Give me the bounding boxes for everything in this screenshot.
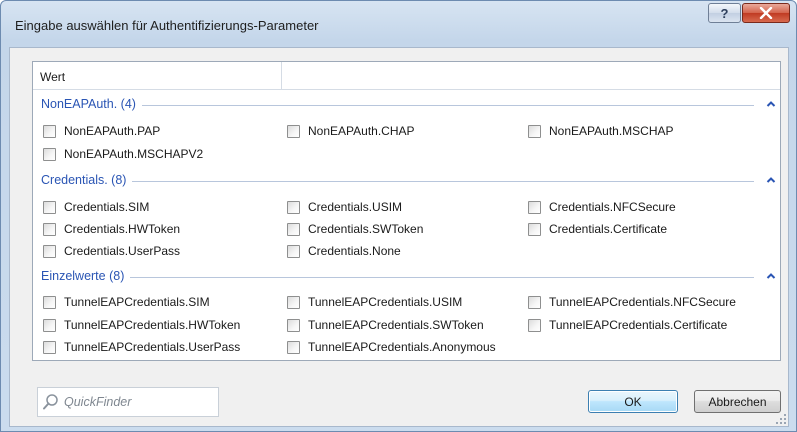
list-item[interactable]: Credentials.HWToken — [43, 221, 180, 237]
checkbox[interactable] — [528, 318, 541, 332]
list-item[interactable]: NonEAPAuth.MSCHAPV2 — [43, 146, 203, 162]
checkbox[interactable] — [43, 124, 56, 138]
checkbox[interactable] — [287, 340, 300, 354]
item-label: TunnelEAPCredentials.UserPass — [64, 340, 241, 354]
item-label: TunnelEAPCredentials.NFCSecure — [549, 295, 736, 309]
list-item[interactable]: TunnelEAPCredentials.UserPass — [43, 339, 240, 355]
item-label: Credentials.Certificate — [549, 222, 668, 236]
item-label: NonEAPAuth.PAP — [64, 124, 161, 138]
list-item[interactable]: TunnelEAPCredentials.Anonymous — [287, 339, 496, 355]
checkbox[interactable] — [287, 318, 300, 332]
checkbox[interactable] — [287, 124, 300, 138]
item-label: Credentials.SIM — [64, 200, 150, 214]
search-icon — [43, 394, 58, 410]
list-item[interactable]: TunnelEAPCredentials.SIM — [43, 294, 210, 310]
item-label: TunnelEAPCredentials.USIM — [308, 295, 463, 309]
item-label: Credentials.USIM — [308, 200, 403, 214]
chevron-up-icon[interactable] — [766, 99, 776, 109]
dialog-body: Wert NonEAPAuth. (4) NonEAPAuth.PAP NonE… — [9, 47, 789, 427]
list-item[interactable]: Credentials.SIM — [43, 199, 149, 215]
item-label: TunnelEAPCredentials.SIM — [64, 295, 210, 309]
list-item[interactable]: NonEAPAuth.PAP — [43, 123, 160, 139]
item-label: Credentials.SWToken — [308, 222, 424, 236]
list-item[interactable]: TunnelEAPCredentials.HWToken — [43, 317, 240, 333]
item-label: NonEAPAuth.MSCHAPV2 — [64, 147, 204, 161]
group-title: Einzelwerte (8) — [41, 269, 131, 283]
checkbox[interactable] — [287, 295, 300, 309]
list-item[interactable]: Credentials.Certificate — [528, 221, 667, 237]
checkbox[interactable] — [287, 222, 300, 236]
group-header-credentials[interactable]: Credentials. (8) — [41, 173, 776, 189]
item-label: Credentials.HWToken — [64, 222, 181, 236]
group-divider — [41, 277, 754, 278]
resize-grip-icon[interactable] — [775, 413, 787, 425]
item-label: NonEAPAuth.CHAP — [308, 124, 415, 138]
group-divider — [41, 105, 754, 106]
list-header: Wert — [33, 62, 780, 90]
list-item[interactable]: TunnelEAPCredentials.NFCSecure — [528, 294, 736, 310]
list-item[interactable]: Credentials.UserPass — [43, 243, 180, 259]
value-list[interactable]: Wert NonEAPAuth. (4) NonEAPAuth.PAP NonE… — [32, 61, 781, 361]
checkbox[interactable] — [528, 124, 541, 138]
title-bar[interactable]: Eingabe auswählen für Authentifizierungs… — [1, 1, 796, 47]
group-header-noneapauth[interactable]: NonEAPAuth. (4) — [41, 97, 776, 113]
item-label: Credentials.NFCSecure — [549, 200, 676, 214]
item-label: TunnelEAPCredentials.Certificate — [549, 318, 728, 332]
dialog-window: Eingabe auswählen für Authentifizierungs… — [0, 0, 797, 432]
list-item[interactable]: TunnelEAPCredentials.Certificate — [528, 317, 727, 333]
group-divider — [41, 181, 754, 182]
checkbox[interactable] — [43, 200, 56, 214]
group-title: NonEAPAuth. (4) — [41, 97, 142, 111]
item-label: Credentials.UserPass — [64, 244, 181, 258]
checkbox[interactable] — [528, 222, 541, 236]
checkbox[interactable] — [287, 244, 300, 258]
list-item[interactable]: Credentials.None — [287, 243, 401, 259]
list-item[interactable]: Credentials.SWToken — [287, 221, 423, 237]
list-item[interactable]: NonEAPAuth.MSCHAP — [528, 123, 674, 139]
list-item[interactable]: NonEAPAuth.CHAP — [287, 123, 415, 139]
checkbox[interactable] — [43, 318, 56, 332]
item-label: TunnelEAPCredentials.SWToken — [308, 318, 484, 332]
window-title: Eingabe auswählen für Authentifizierungs… — [15, 18, 319, 33]
checkbox[interactable] — [43, 340, 56, 354]
item-label: TunnelEAPCredentials.Anonymous — [308, 340, 496, 354]
close-button[interactable] — [742, 3, 790, 23]
close-icon — [759, 7, 773, 19]
item-label: NonEAPAuth.MSCHAP — [549, 124, 674, 138]
checkbox[interactable] — [43, 295, 56, 309]
item-label: Credentials.None — [308, 244, 401, 258]
checkbox[interactable] — [528, 295, 541, 309]
column-header-wert[interactable]: Wert — [33, 62, 282, 90]
quickfinder-input[interactable]: QuickFinder — [37, 387, 219, 417]
checkbox[interactable] — [43, 244, 56, 258]
checkbox[interactable] — [287, 200, 300, 214]
group-title: Credentials. (8) — [41, 173, 133, 187]
help-button[interactable]: ? — [708, 3, 741, 23]
list-item[interactable]: Credentials.NFCSecure — [528, 199, 676, 215]
item-label: TunnelEAPCredentials.HWToken — [64, 318, 241, 332]
cancel-button[interactable]: Abbrechen — [694, 390, 781, 413]
checkbox[interactable] — [528, 200, 541, 214]
help-icon: ? — [720, 5, 729, 21]
chevron-up-icon[interactable] — [766, 175, 776, 185]
ok-button[interactable]: OK — [588, 390, 678, 413]
list-item[interactable]: Credentials.USIM — [287, 199, 402, 215]
list-item[interactable]: TunnelEAPCredentials.SWToken — [287, 317, 484, 333]
group-header-einzelwerte[interactable]: Einzelwerte (8) — [41, 269, 776, 285]
list-item[interactable]: TunnelEAPCredentials.USIM — [287, 294, 462, 310]
quickfinder-placeholder: QuickFinder — [64, 395, 132, 409]
checkbox[interactable] — [43, 222, 56, 236]
chevron-up-icon[interactable] — [766, 271, 776, 281]
checkbox[interactable] — [43, 147, 56, 161]
